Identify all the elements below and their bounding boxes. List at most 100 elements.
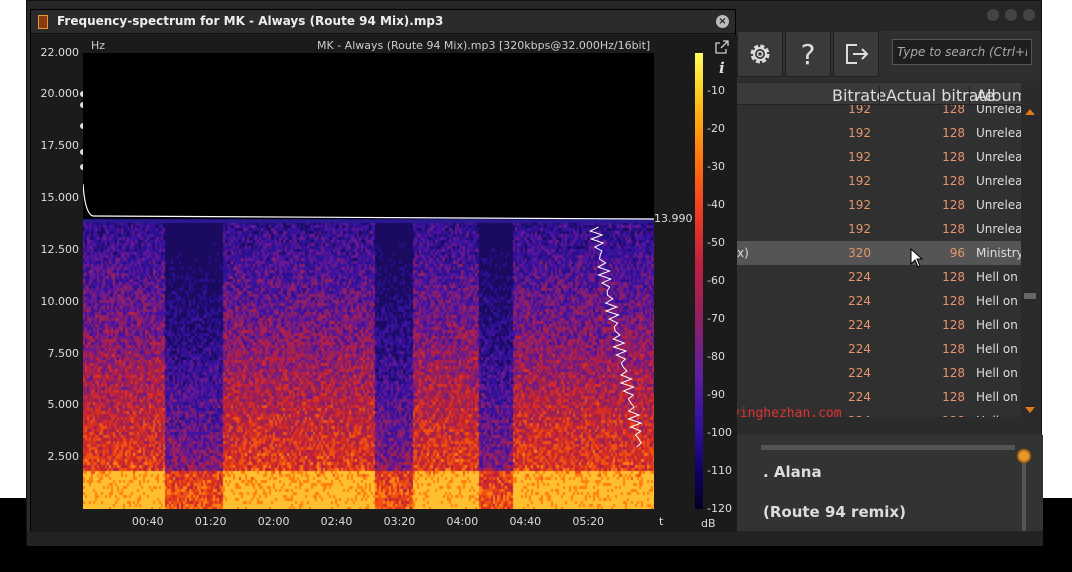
info-icon[interactable]: i [719, 59, 725, 77]
cell-album: Hell on [976, 414, 1018, 417]
cutoff-line [83, 183, 654, 220]
x-tick-label: 05:20 [572, 515, 605, 528]
mouse-cursor-icon [910, 248, 924, 268]
x-axis-unit: t [659, 515, 664, 528]
db-colorbar [695, 53, 703, 509]
colorbar-tick-label: -30 [707, 160, 725, 173]
track-rows: 192 128 Unrelea 192 128 Unrelea 192 128 Unrelea 1… [737, 97, 1021, 417]
spectrum-titlebar[interactable]: Frequency-spectrum for MK - Always (Rout… [31, 10, 735, 34]
cell-bitrate: 224 [848, 318, 871, 332]
scroll-down-icon[interactable] [1025, 407, 1035, 413]
x-tick-label: 04:00 [446, 515, 479, 528]
table-row[interactable]: 192 128 Unrelea [737, 217, 1021, 241]
cell-album: Unrelea [976, 174, 1021, 188]
cell-album: Hell on [976, 366, 1018, 380]
y-tick-label: 12.500 [40, 242, 80, 256]
cell-bitrate: 320 [848, 246, 871, 260]
colorbar-tick-label: -60 [707, 274, 725, 287]
colorbar-unit: dB [701, 517, 716, 530]
colorbar-tick-label: -70 [707, 312, 725, 325]
cell-album: Unrelea [976, 126, 1021, 140]
table-row[interactable]: 224 128 Hell on [737, 361, 1021, 385]
table-row[interactable]: 192 128 Unrelea [737, 169, 1021, 193]
colorbar-tick-label: -100 [707, 426, 732, 439]
gear-icon [750, 44, 770, 64]
spectrum-window-title: Frequency-spectrum for MK - Always (Rout… [57, 14, 444, 28]
table-row[interactable]: 192 128 Unrelea [737, 121, 1021, 145]
table-row[interactable]: 224 128 Hell on [737, 265, 1021, 289]
cell-bitrate: 224 [848, 270, 871, 284]
colorbar-tick-label: -10 [707, 84, 725, 97]
table-row[interactable]: 192 128 Unrelea [737, 145, 1021, 169]
volume-knob[interactable] [1017, 449, 1031, 463]
cell-actual: 128 [942, 270, 965, 284]
cell-actual: 96 [949, 246, 965, 260]
file-info-label: MK - Always (Route 94 Mix).mp3 [320kbps@… [317, 39, 651, 52]
volume-slider[interactable] [1017, 449, 1031, 531]
colorbar-tick-label: -50 [707, 236, 725, 249]
app-icon [38, 15, 48, 29]
close-app-icon[interactable] [1023, 9, 1035, 21]
now-playing-panel: . Alana (Route 94 remix) [737, 435, 1043, 546]
cell-bitrate: 192 [848, 174, 871, 188]
cell-bitrate: 192 [848, 126, 871, 140]
table-row[interactable]: 224 128 Hell on [737, 337, 1021, 361]
exit-icon [846, 44, 869, 64]
cell-actual: 128 [942, 198, 965, 212]
y-tick-label: 15.000 [40, 191, 80, 205]
table-scrollbar[interactable] [1021, 105, 1039, 417]
cell-bitrate: 224 [848, 294, 871, 308]
now-playing-title: (Route 94 remix) [763, 503, 906, 521]
playback-progress[interactable] [761, 445, 1015, 450]
cell-actual: 128 [942, 174, 965, 188]
spectrum-window: Frequency-spectrum for MK - Always (Rout… [30, 9, 737, 532]
cell-album: Hell on [976, 390, 1018, 404]
scroll-up-icon[interactable] [1025, 109, 1035, 115]
x-tick-label: 02:40 [320, 515, 353, 528]
watermark-text: yinghezhan.com [732, 406, 842, 421]
search-input[interactable] [892, 39, 1032, 65]
cell-album: Hell on [976, 270, 1018, 284]
x-tick-label: 04:40 [509, 515, 542, 528]
colorbar-tick-label: -20 [707, 122, 725, 135]
cell-bitrate: 224 [848, 414, 871, 417]
cell-actual: 128 [942, 366, 965, 380]
cell-bitrate: 224 [848, 366, 871, 380]
spectrum-curve [588, 226, 643, 448]
table-row[interactable]: 224 128 Hell on [737, 289, 1021, 313]
table-row[interactable]: 192 128 Unrelea [737, 193, 1021, 217]
column-header-album[interactable]: Album [969, 86, 1021, 105]
x-tick-label: 02:00 [257, 515, 290, 528]
cell-actual: 128 [942, 390, 965, 404]
scroll-thumb[interactable] [1024, 293, 1036, 299]
help-button[interactable]: ? [785, 31, 831, 77]
expand-icon[interactable] [715, 40, 729, 54]
cell-album: Ministry [976, 246, 1021, 260]
cell-bitrate: 192 [848, 150, 871, 164]
cell-bitrate: 224 [848, 342, 871, 356]
cell-album: Unrelea [976, 150, 1021, 164]
cell-actual: 128 [942, 150, 965, 164]
table-row[interactable]: x) 320 96 Ministry [737, 241, 1021, 265]
maximize-icon[interactable] [1005, 9, 1017, 21]
toolbar: ? [737, 31, 1041, 81]
cell-bitrate: 192 [848, 198, 871, 212]
x-tick-label: 03:20 [383, 515, 416, 528]
cell-actual: 128 [942, 414, 965, 417]
settings-button[interactable] [737, 31, 783, 77]
spectrum-overlay [83, 183, 654, 448]
y-tick-label: 20.000 [40, 87, 80, 101]
table-row[interactable]: 224 128 Hell on [737, 313, 1021, 337]
cell-album: Unrelea [976, 222, 1021, 236]
cell-actual: 128 [942, 318, 965, 332]
y-tick-label: 5.000 [47, 398, 80, 412]
x-tick-label: 00:40 [131, 515, 164, 528]
minimize-icon[interactable] [987, 9, 999, 21]
colorbar-tick-label: -90 [707, 388, 725, 401]
svg-text:?: ? [801, 39, 816, 69]
colorbar-tick-label: -120 [707, 502, 732, 515]
close-spectrum-button[interactable]: × [716, 15, 729, 28]
cell-actual: 128 [942, 222, 965, 236]
cell-bitrate: 224 [848, 390, 871, 404]
exit-button[interactable] [833, 31, 879, 77]
